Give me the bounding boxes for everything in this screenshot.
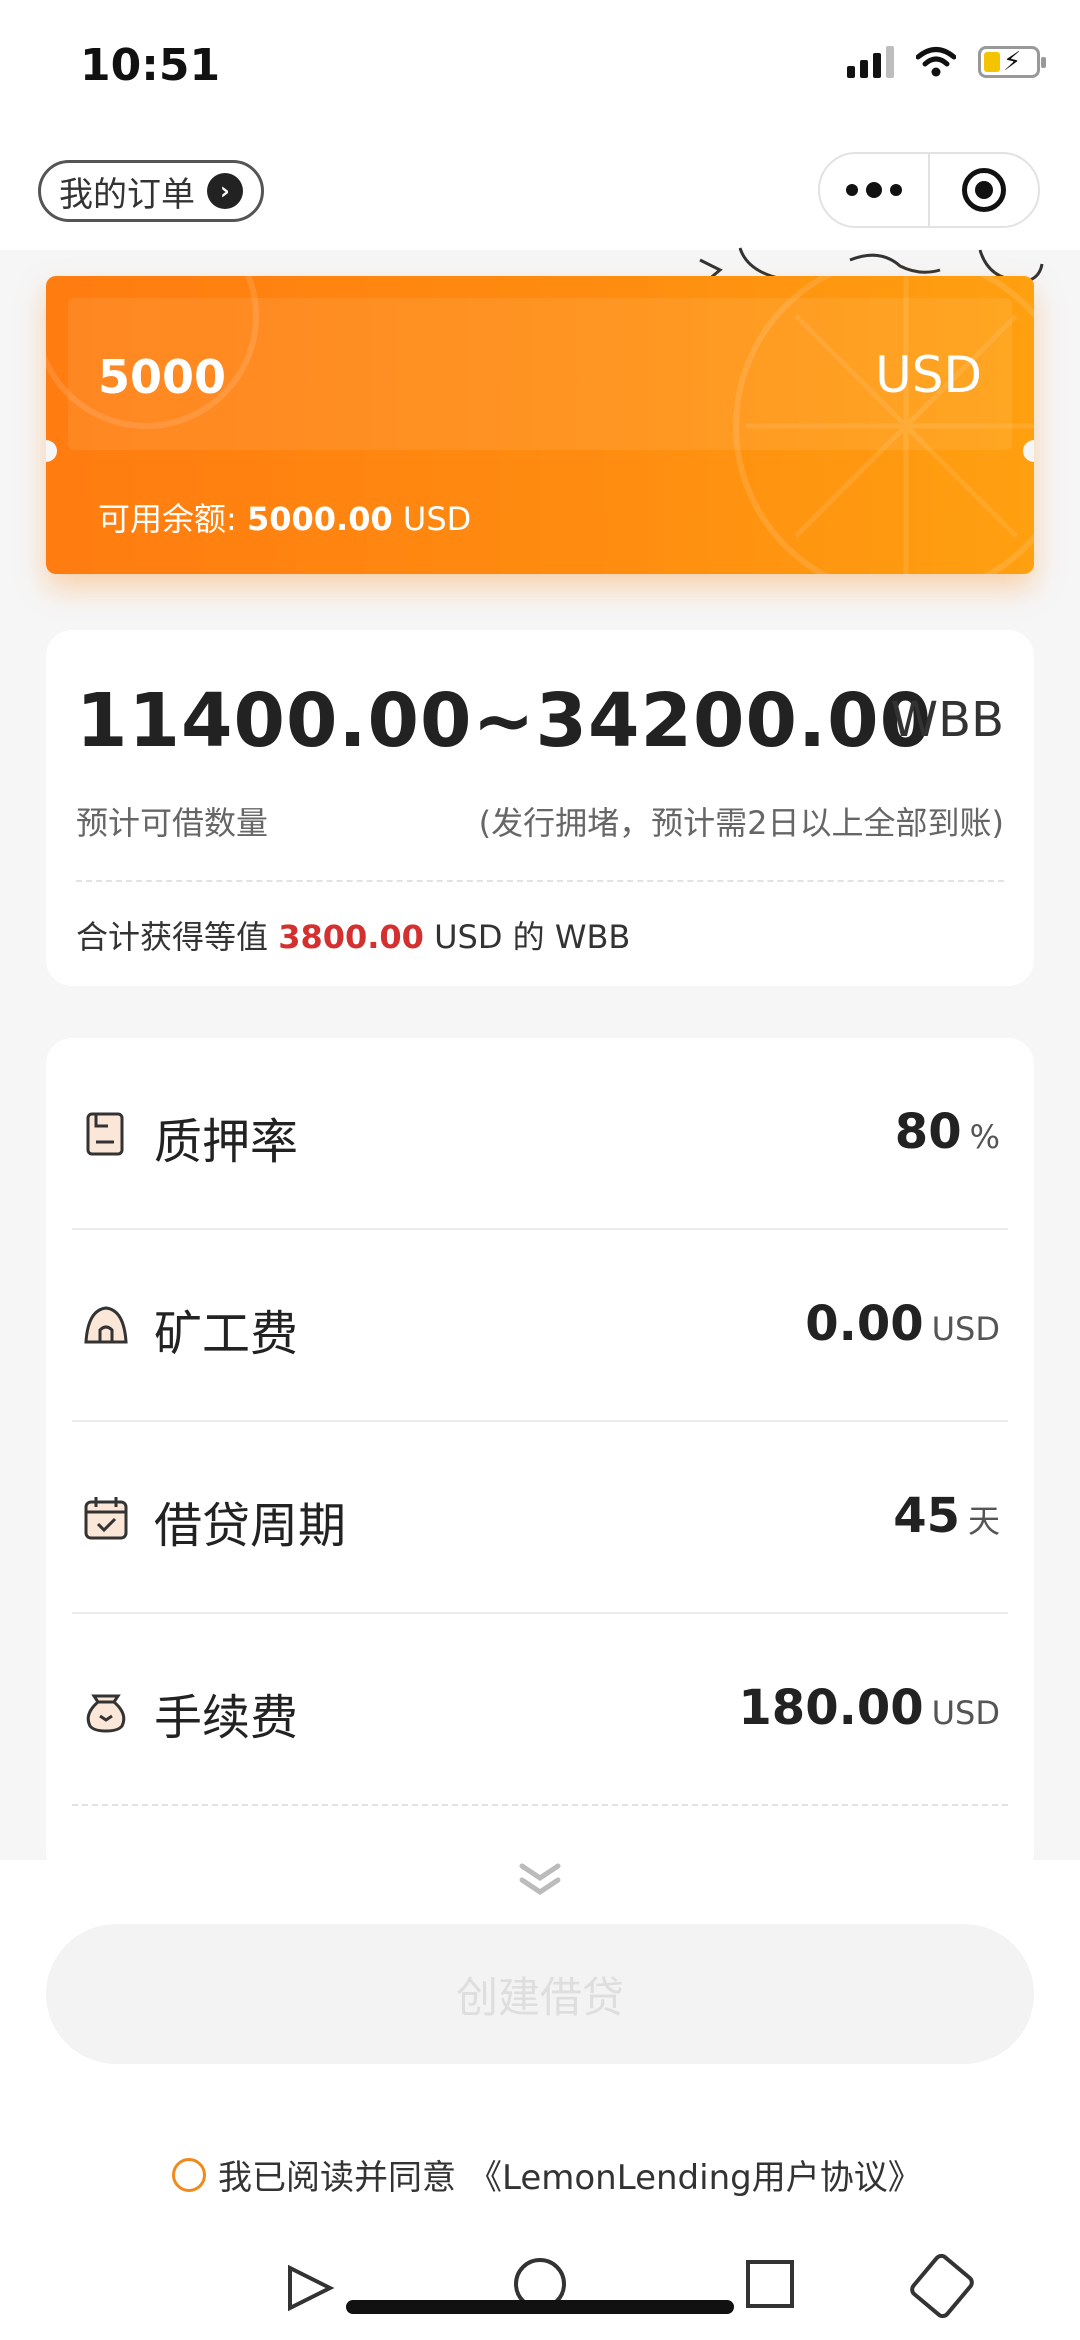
status-time: 10:51 <box>80 40 221 91</box>
amount-value[interactable]: 5000 <box>98 350 226 404</box>
my-orders-button[interactable]: 我的订单 › <box>38 160 264 222</box>
document-icon <box>86 1112 124 1156</box>
detail-label: 质押率 <box>154 1114 299 1170</box>
money-bag-icon <box>86 1694 126 1733</box>
status-icons: ⚡ <box>847 46 1046 78</box>
miner-fee-unit: USD <box>931 1310 1000 1348</box>
detail-label: 矿工费 <box>154 1306 299 1362</box>
calendar-icon <box>84 1497 128 1540</box>
system-navigation-bar <box>288 2253 975 2319</box>
miner-fee-value: 0.00 <box>805 1296 924 1352</box>
loan-details-card: 质押率 80% 矿工费 0.00 USD 借贷周期 45 天 手续费 180.00 U… <box>46 1038 1034 1878</box>
agreement-link[interactable]: 《LemonLending用户协议》 <box>468 2150 922 2199</box>
pledge-rate-value: 80 <box>894 1104 962 1160</box>
mine-icon <box>84 1306 128 1344</box>
balance-unit: USD <box>402 500 472 538</box>
wifi-icon <box>916 47 956 77</box>
agreement-text: 我已阅读并同意 <box>218 2158 456 2198</box>
back-icon[interactable] <box>288 2264 335 2312</box>
target-icon <box>962 168 1006 212</box>
detail-value: 45 天 <box>893 1488 1000 1544</box>
service-fee-value: 180.00 <box>738 1680 924 1736</box>
detail-value: 0.00 USD <box>805 1296 1000 1352</box>
pledge-rate-unit: % <box>969 1118 1000 1156</box>
available-balance: 可用余额: 5000.00 USD <box>98 494 471 540</box>
detail-row-service-fee: 手续费 180.00 USD <box>72 1614 1008 1806</box>
estimate-label: 预计可借数量 <box>76 804 269 842</box>
detail-row-pledge-rate: 质押率 80% <box>72 1038 1008 1230</box>
detail-row-loan-period: 借贷周期 45 天 <box>72 1422 1008 1614</box>
total-prefix: 合计获得等值 <box>76 918 269 956</box>
balance-value: 5000.00 <box>246 500 393 538</box>
chevron-right-icon: › <box>207 173 243 209</box>
detail-value: 180.00 USD <box>738 1680 1000 1736</box>
divider <box>76 880 1004 882</box>
total-suffix: USD 的 WBB <box>434 918 631 956</box>
loan-period-unit: 天 <box>967 1502 1000 1540</box>
detail-row-miner-fee: 矿工费 0.00 USD <box>72 1230 1008 1422</box>
total-value: 3800.00 <box>278 918 424 956</box>
agreement-radio[interactable] <box>172 2157 206 2192</box>
more-dot-icon <box>890 184 902 196</box>
home-indicator[interactable] <box>346 2300 734 2314</box>
agreement-row: 我已阅读并同意 《LemonLending用户协议》 <box>172 2150 922 2199</box>
rotate-icon[interactable] <box>910 2253 975 2319</box>
amount-unit: USD <box>875 346 982 404</box>
estimate-note: (发行拥堵，预计需2日以上全部到账) <box>478 804 1004 842</box>
nav-bar: 我的订单 › <box>0 130 1080 250</box>
amount-input-card: 5000 USD 可用余额: 5000.00 USD <box>46 276 1034 574</box>
more-menu-button[interactable] <box>820 154 930 226</box>
status-bar: 10:51 ⚡ <box>0 0 1080 130</box>
borrow-range-unit: WBB <box>890 692 1004 748</box>
balance-label: 可用余额: <box>98 500 237 538</box>
mini-program-capsule <box>818 152 1040 228</box>
recents-icon[interactable] <box>746 2260 794 2308</box>
battery-icon: ⚡ <box>978 46 1046 78</box>
detail-value: 80% <box>895 1104 1000 1160</box>
total-equivalent: 合计获得等值 3800.00 USD 的 WBB <box>76 912 630 958</box>
more-dot-icon <box>846 184 858 196</box>
detail-label: 借贷周期 <box>154 1498 347 1554</box>
create-loan-button[interactable]: 创建借贷 <box>46 1924 1034 2064</box>
more-dot-icon <box>866 182 882 198</box>
borrow-range: 11400.00~34200.00 <box>76 678 933 764</box>
signal-icon <box>847 46 894 78</box>
estimate-card: 11400.00~34200.00 WBB 预计可借数量 (发行拥堵，预计需2日… <box>46 630 1034 986</box>
loan-period-value: 45 <box>893 1488 960 1544</box>
service-fee-unit: USD <box>931 1694 1000 1732</box>
expand-chevron-icon[interactable] <box>510 1860 570 1900</box>
my-orders-label: 我的订单 <box>59 174 195 215</box>
detail-label: 手续费 <box>154 1690 299 1746</box>
close-app-button[interactable] <box>930 154 1038 226</box>
